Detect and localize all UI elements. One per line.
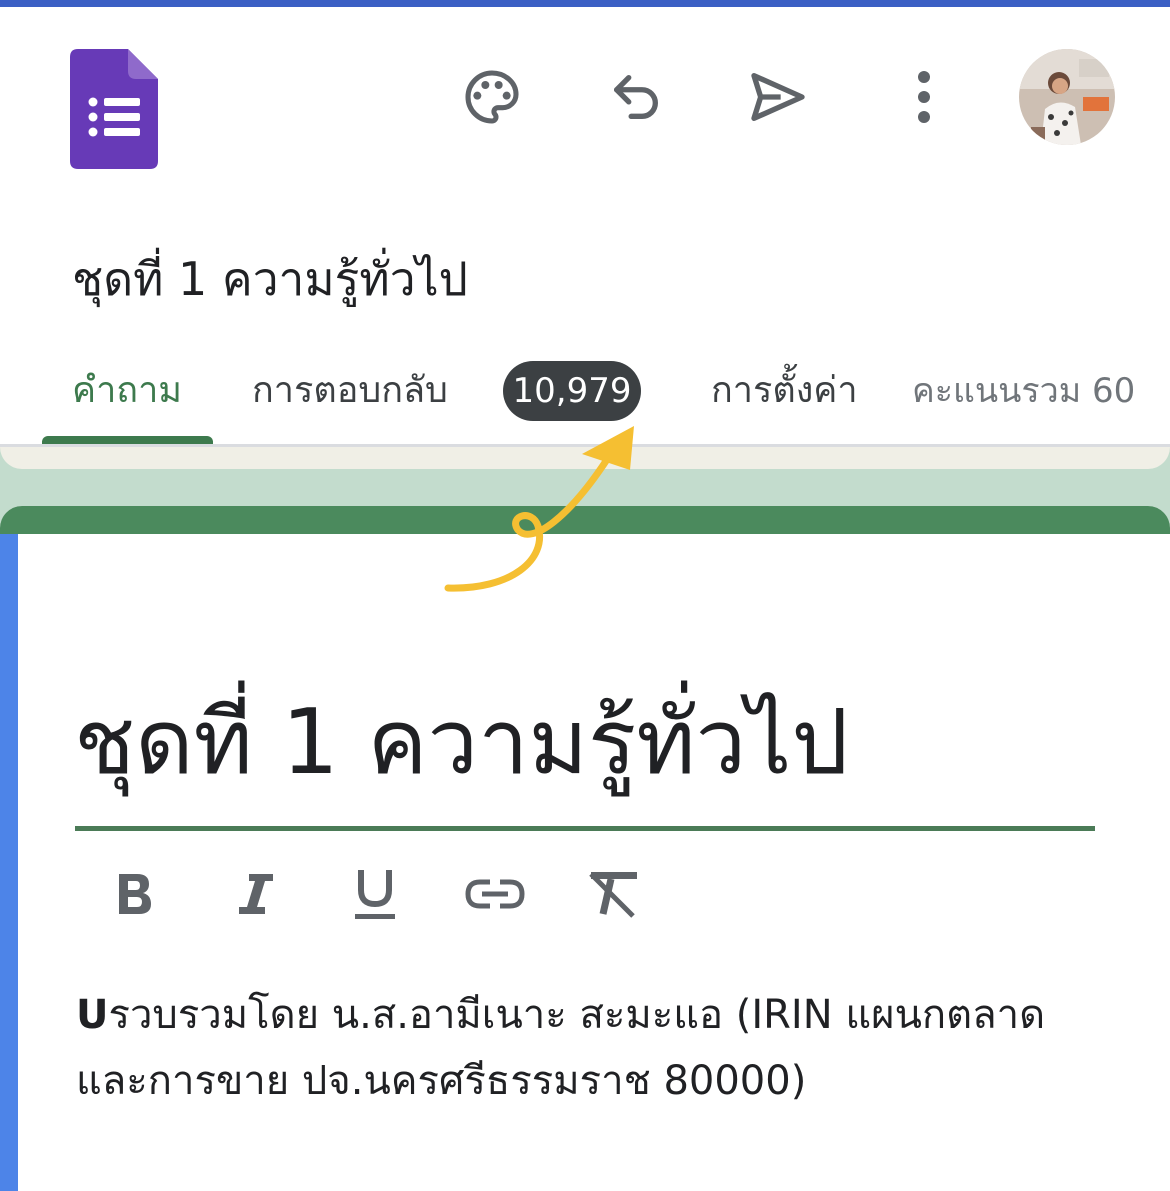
status-strip bbox=[0, 0, 1170, 7]
tab-responses[interactable]: การตอบกลับ bbox=[252, 360, 448, 422]
account-avatar[interactable] bbox=[1019, 49, 1115, 145]
total-points-label: คะแนนรวม 60 bbox=[912, 371, 1136, 411]
bold-icon[interactable] bbox=[100, 862, 170, 926]
google-forms-logo-icon[interactable] bbox=[70, 49, 158, 169]
send-icon[interactable] bbox=[738, 57, 818, 137]
response-count-badge[interactable]: 10,979 bbox=[503, 361, 641, 421]
underline-icon[interactable] bbox=[340, 862, 410, 926]
link-icon[interactable] bbox=[460, 862, 530, 926]
tab-settings[interactable]: การตั้งค่า bbox=[711, 360, 858, 422]
description-text-1: รวบรวมโดย น.ส.อามีเนาะ สะมะแอ (IRIN แผนก… bbox=[108, 992, 1046, 1038]
description-text-2: และการขาย ปจ.นครศรีธรรมราช 80000) bbox=[76, 1058, 807, 1104]
form-title-input[interactable]: ชุดที่ 1 ความรู้ทั่วไป bbox=[74, 658, 849, 828]
form-description[interactable]: Uรวบรวมโดย น.ส.อามีเนาะ สะมะแอ (IRIN แผน… bbox=[76, 982, 1116, 1114]
clear-formatting-icon[interactable] bbox=[578, 862, 648, 926]
undo-icon[interactable] bbox=[596, 57, 676, 137]
tab-questions[interactable]: คำถาม bbox=[72, 360, 182, 422]
tabs-shadow bbox=[0, 447, 1170, 469]
title-input-underline bbox=[75, 826, 1095, 831]
palette-icon[interactable] bbox=[452, 57, 532, 137]
description-bold-prefix: U bbox=[76, 992, 109, 1038]
form-title: ชุดที่ 1 ความรู้ทั่วไป bbox=[72, 252, 468, 306]
description-line-1: Uรวบรวมโดย น.ส.อามีเนาะ สะมะแอ (IRIN แผน… bbox=[76, 982, 1116, 1048]
card-accent-bar bbox=[0, 506, 1170, 534]
italic-icon[interactable] bbox=[220, 862, 290, 926]
more-vert-icon[interactable] bbox=[884, 57, 964, 137]
card-focus-bar bbox=[0, 534, 18, 1191]
